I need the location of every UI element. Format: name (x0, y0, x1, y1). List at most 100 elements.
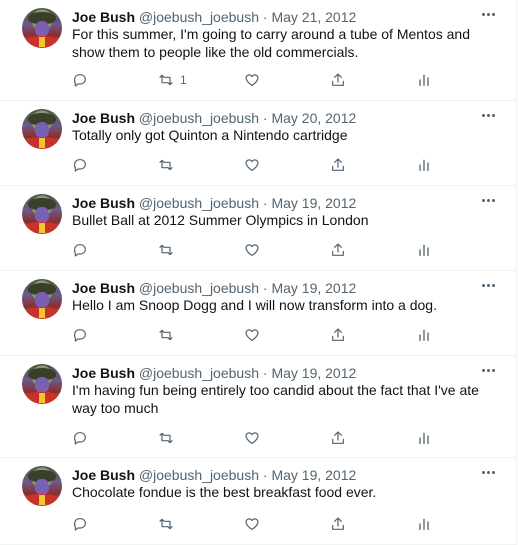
reply-button[interactable] (72, 325, 88, 345)
share-icon (332, 73, 344, 86)
avatar[interactable] (22, 194, 62, 234)
tweet-header: Joe Bush @joebush_joebush · May 20, 2012 (72, 109, 356, 127)
like-icon (245, 329, 259, 341)
tweet[interactable]: Joe Bush @joebush_joebush · May 20, 2012… (0, 101, 516, 186)
like-icon (245, 432, 259, 444)
tweet[interactable]: Joe Bush @joebush_joebush · May 19, 2012… (0, 186, 516, 271)
tweet-text: I'm having fun being entirely too candid… (72, 382, 479, 416)
retweet-icon (159, 159, 173, 171)
retweet-button[interactable] (158, 240, 180, 260)
tweet-date[interactable]: May 19, 2012 (271, 467, 356, 483)
more-icon[interactable] (478, 362, 498, 378)
handle[interactable]: @joebush_joebush (139, 9, 259, 25)
handle[interactable]: @joebush_joebush (139, 280, 259, 296)
handle[interactable]: @joebush_joebush (139, 467, 259, 483)
retweet-icon (159, 244, 173, 256)
avatar[interactable] (22, 279, 62, 319)
share-icon (332, 158, 344, 171)
separator: · (262, 195, 268, 211)
like-button[interactable] (244, 155, 260, 175)
display-name[interactable]: Joe Bush (72, 280, 135, 296)
reply-icon (73, 432, 86, 445)
share-icon (332, 431, 344, 444)
reply-button[interactable] (72, 514, 88, 534)
share-button[interactable] (330, 428, 346, 448)
retweet-button[interactable] (158, 514, 180, 534)
analytics-icon (419, 159, 429, 171)
more-icon[interactable] (478, 464, 498, 480)
handle[interactable]: @joebush_joebush (139, 110, 259, 126)
analytics-button[interactable] (416, 325, 432, 345)
analytics-button[interactable] (416, 155, 432, 175)
like-button[interactable] (244, 514, 260, 534)
retweet-button[interactable] (158, 325, 180, 345)
tweet-text: Bullet Ball at 2012 Summer Olympics in L… (72, 212, 369, 228)
tweet-actions (72, 240, 516, 260)
avatar[interactable] (22, 109, 62, 149)
more-icon[interactable] (478, 6, 498, 22)
display-name[interactable]: Joe Bush (72, 467, 135, 483)
avatar[interactable] (22, 364, 62, 404)
tweet-text: Totally only got Quinton a Nintendo cart… (72, 127, 348, 143)
tweet[interactable]: Joe Bush @joebush_joebush · May 19, 2012… (0, 271, 516, 356)
reply-button[interactable] (72, 70, 88, 90)
display-name[interactable]: Joe Bush (72, 9, 135, 25)
share-button[interactable] (330, 514, 346, 534)
display-name[interactable]: Joe Bush (72, 195, 135, 211)
tweet-date[interactable]: May 19, 2012 (271, 195, 356, 211)
separator: · (262, 365, 268, 381)
handle[interactable]: @joebush_joebush (139, 195, 259, 211)
like-icon (245, 518, 259, 530)
share-button[interactable] (330, 240, 346, 260)
tweet[interactable]: Joe Bush @joebush_joebush · May 19, 2012… (0, 356, 516, 458)
tweet-text: Chocolate fondue is the best breakfast f… (72, 484, 377, 500)
analytics-icon (419, 74, 429, 86)
tweet-actions (72, 428, 516, 448)
tweet[interactable]: Joe Bush @joebush_joebush · May 21, 2012… (0, 0, 516, 101)
share-button[interactable] (330, 325, 346, 345)
analytics-icon (419, 244, 429, 256)
reply-icon (73, 74, 86, 87)
tweet-header: Joe Bush @joebush_joebush · May 19, 2012 (72, 466, 356, 484)
retweet-button[interactable] (158, 428, 180, 448)
handle[interactable]: @joebush_joebush (139, 365, 259, 381)
share-button[interactable] (330, 70, 346, 90)
share-button[interactable] (330, 155, 346, 175)
analytics-button[interactable] (416, 514, 432, 534)
display-name[interactable]: Joe Bush (72, 110, 135, 126)
tweet-date[interactable]: May 21, 2012 (271, 9, 356, 25)
retweet-button[interactable] (158, 155, 180, 175)
like-button[interactable] (244, 325, 260, 345)
like-button[interactable] (244, 70, 260, 90)
analytics-button[interactable] (416, 70, 432, 90)
retweet-button[interactable]: 1 (158, 70, 187, 90)
share-icon (332, 517, 344, 530)
tweet-date[interactable]: May 20, 2012 (271, 110, 356, 126)
more-icon[interactable] (478, 192, 498, 208)
tweet-date[interactable]: May 19, 2012 (271, 280, 356, 296)
reply-button[interactable] (72, 240, 88, 260)
more-icon[interactable] (478, 277, 498, 293)
more-icon[interactable] (478, 107, 498, 123)
like-icon (245, 244, 259, 256)
analytics-icon (419, 518, 429, 530)
retweet-icon (159, 518, 173, 530)
tweet-actions: 1 (72, 70, 516, 90)
tweet-date[interactable]: May 19, 2012 (271, 365, 356, 381)
tweet-actions (72, 325, 516, 345)
avatar[interactable] (22, 466, 62, 506)
avatar[interactable] (22, 8, 62, 48)
analytics-button[interactable] (416, 428, 432, 448)
reply-button[interactable] (72, 155, 88, 175)
share-icon (332, 328, 344, 341)
tweet-actions (72, 514, 516, 534)
display-name[interactable]: Joe Bush (72, 365, 135, 381)
like-button[interactable] (244, 428, 260, 448)
like-icon (245, 159, 259, 171)
reply-button[interactable] (72, 428, 88, 448)
reply-icon (73, 329, 86, 342)
like-button[interactable] (244, 240, 260, 260)
analytics-icon (419, 329, 429, 341)
analytics-button[interactable] (416, 240, 432, 260)
tweet[interactable]: Joe Bush @joebush_joebush · May 19, 2012… (0, 458, 516, 545)
